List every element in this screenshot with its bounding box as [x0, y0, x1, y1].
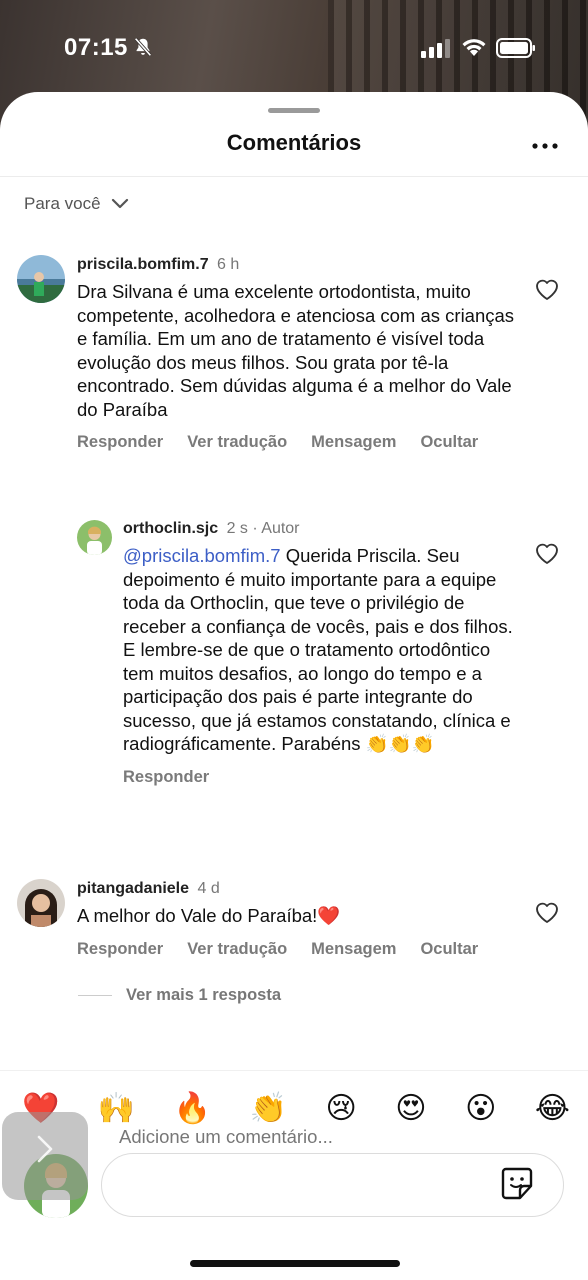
battery-icon	[496, 38, 535, 58]
comment-username[interactable]: orthoclin.sjc	[123, 520, 218, 537]
comment-text: @priscila.bomfim.7 Querida Priscila. Seu…	[123, 544, 517, 756]
comment-time: 4 d	[197, 880, 220, 897]
sticker-icon[interactable]	[500, 1166, 534, 1202]
home-indicator[interactable]	[190, 1260, 400, 1267]
assistive-touch-button[interactable]	[2, 1112, 88, 1200]
sheet-grabber[interactable]	[268, 108, 320, 113]
reply-button[interactable]: Responder	[77, 940, 163, 959]
author-badge: · Autor	[252, 520, 300, 537]
wifi-icon	[462, 39, 486, 56]
comment-input[interactable]	[101, 1153, 564, 1217]
emoji-clap[interactable]: 👏	[250, 1091, 287, 1127]
filter-label: Para você	[24, 194, 101, 213]
comment-username[interactable]: pitangadaniele	[77, 880, 189, 897]
emoji-crying[interactable]: 😢	[326, 1091, 357, 1127]
chevron-down-icon	[111, 198, 128, 209]
comment: priscila.bomfim.7 6 h Dra Silvana é uma …	[77, 256, 517, 452]
like-heart-icon[interactable]	[534, 277, 560, 301]
avatar[interactable]	[17, 255, 65, 303]
status-time: 07:15	[64, 34, 128, 61]
hide-button[interactable]: Ocultar	[420, 940, 478, 959]
comments-sheet: Comentários Para você priscila.bomfim.7 …	[0, 92, 588, 1280]
avatar[interactable]	[77, 520, 112, 555]
comment-placeholder: Adicione um comentário...	[119, 1126, 333, 1147]
signal-icon	[421, 39, 450, 58]
comment-actions: Responder Ver tradução Mensagem Ocultar	[77, 433, 517, 452]
view-more-replies-label: Ver mais 1 resposta	[126, 986, 282, 1004]
comment-time: 6 h	[217, 256, 240, 273]
comment-text: A melhor do Vale do Paraíba!❤️	[77, 905, 341, 926]
comment-text: Dra Silvana é uma excelente ortodontista…	[77, 281, 515, 420]
message-button[interactable]: Mensagem	[311, 433, 396, 452]
like-heart-icon[interactable]	[534, 541, 560, 565]
translate-button[interactable]: Ver tradução	[187, 433, 287, 452]
view-more-replies-button[interactable]: Ver mais 1 resposta	[78, 986, 281, 1005]
bell-slash-icon	[134, 37, 152, 57]
mention-link[interactable]: @priscila.bomfim.7	[123, 545, 281, 566]
reply-button[interactable]: Responder	[77, 433, 163, 452]
comment-actions: Responder Ver tradução Mensagem Ocultar	[77, 940, 517, 959]
emoji-quick-bar: ❤️ 🙌 🔥 👏 😢 😍 😮 😂	[22, 1091, 570, 1127]
replies-divider-line	[78, 995, 112, 996]
emoji-laughing[interactable]: 😂	[535, 1091, 570, 1127]
emoji-surprised[interactable]: 😮	[465, 1091, 496, 1127]
sort-filter-dropdown[interactable]: Para você	[24, 194, 129, 214]
reply-button[interactable]: Responder	[123, 768, 209, 787]
comment-body: Querida Priscila. Seu depoimento é muito…	[123, 545, 513, 754]
message-button[interactable]: Mensagem	[311, 940, 396, 959]
chevron-right-icon	[37, 1135, 53, 1163]
comment-actions: Responder	[123, 768, 517, 787]
comment: pitangadaniele 4 d A melhor do Vale do P…	[77, 880, 517, 959]
avatar[interactable]	[17, 879, 65, 927]
reply-comment: orthoclin.sjc 2 s · Autor @priscila.bomf…	[123, 520, 517, 787]
hide-button[interactable]: Ocultar	[420, 433, 478, 452]
like-heart-icon[interactable]	[534, 900, 560, 924]
ellipsis-icon[interactable]	[530, 136, 560, 156]
comment-username[interactable]: priscila.bomfim.7	[77, 256, 209, 273]
emoji-heart-eyes[interactable]: 😍	[395, 1091, 426, 1127]
translate-button[interactable]: Ver tradução	[187, 940, 287, 959]
header-divider	[0, 176, 588, 177]
status-bar: 07:15	[0, 0, 588, 92]
emoji-raised-hands[interactable]: 🙌	[98, 1091, 135, 1127]
comment-time: 2 s	[226, 520, 248, 537]
emoji-fire[interactable]: 🔥	[174, 1091, 211, 1127]
sheet-title: Comentários	[226, 130, 362, 155]
